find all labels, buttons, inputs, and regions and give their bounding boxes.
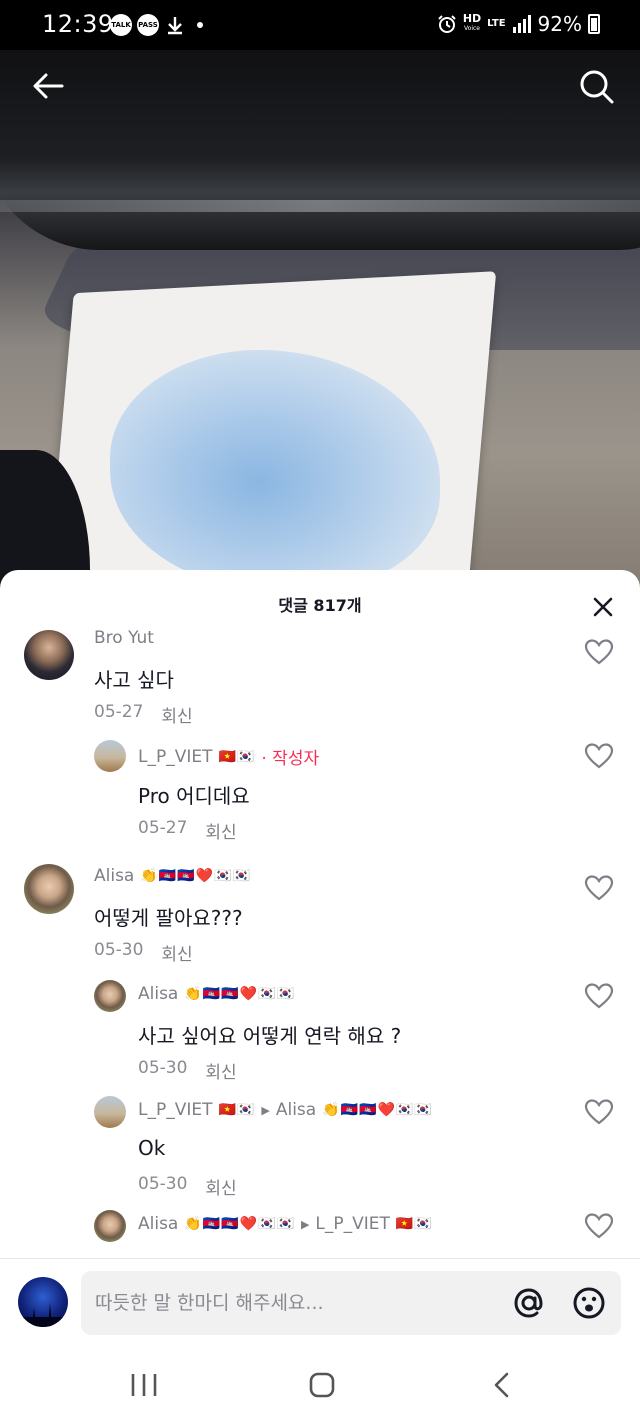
avatar[interactable] bbox=[94, 740, 126, 772]
reply-button[interactable]: 회신 bbox=[205, 818, 236, 843]
user-flags: 🇻🇳🇰🇷 bbox=[218, 1102, 256, 1118]
user-flags: 👏🇰🇭🇰🇭❤️🇰🇷🇰🇷 bbox=[184, 1216, 295, 1232]
video-player[interactable] bbox=[0, 50, 640, 590]
comment-reply-item: Alisa 👏🇰🇭🇰🇭❤️🇰🇷🇰🇷 사고 싶어요 어떻게 연락 해요 ? 05-… bbox=[0, 980, 640, 1090]
avatar[interactable] bbox=[94, 1096, 126, 1128]
status-bar: 12:39 TALK PASS HD Voice LTE 92% bbox=[0, 0, 640, 50]
user-flags: 👏🇰🇭🇰🇭❤️🇰🇷🇰🇷 bbox=[184, 986, 295, 1002]
heart-icon[interactable] bbox=[584, 638, 614, 666]
emoji-icon[interactable] bbox=[571, 1285, 607, 1321]
user-flags: 👏🇰🇭🇰🇭❤️🇰🇷🇰🇷 bbox=[140, 868, 251, 884]
comment-username[interactable]: L_P_VIET 🇻🇳🇰🇷 · 작성자 bbox=[138, 744, 320, 770]
comment-text: Pro 어디데요 bbox=[138, 784, 250, 808]
comment-username[interactable]: Alisa 👏🇰🇭🇰🇭❤️🇰🇷🇰🇷 bbox=[94, 866, 251, 886]
video-car-trim bbox=[0, 200, 640, 212]
comment-username[interactable]: Alisa 👏🇰🇭🇰🇭❤️🇰🇷🇰🇷 ▶ L_P_VIET 🇻🇳🇰🇷 bbox=[138, 1214, 433, 1234]
comment-reply-item: L_P_VIET 🇻🇳🇰🇷 ▶ Alisa 👏🇰🇭🇰🇭❤️🇰🇷🇰🇷 Ok 05-… bbox=[0, 1096, 640, 1206]
battery-icon bbox=[588, 14, 600, 34]
comments-count-title: 댓글 817개 bbox=[278, 596, 362, 615]
reply-to-arrow-icon: ▶ bbox=[300, 1217, 310, 1231]
battery-percent: 92% bbox=[537, 12, 582, 36]
talk-icon: TALK bbox=[110, 14, 132, 36]
pass-icon: PASS bbox=[137, 14, 159, 36]
home-icon[interactable] bbox=[302, 1370, 342, 1400]
comment-username[interactable]: Bro Yut bbox=[94, 628, 154, 648]
comment-input-bar bbox=[0, 1258, 640, 1348]
video-car bbox=[0, 50, 640, 250]
reply-to-username[interactable]: L_P_VIET bbox=[315, 1214, 390, 1234]
comment-date: 05-30 bbox=[138, 1174, 188, 1194]
heart-icon[interactable] bbox=[584, 742, 614, 770]
comment-text: Ok bbox=[138, 1136, 166, 1160]
comment-reply-item: L_P_VIET 🇻🇳🇰🇷 · 작성자 Pro 어디데요 05-27 회신 bbox=[0, 740, 640, 850]
search-icon[interactable] bbox=[576, 66, 616, 106]
comment-text: 사고 싶어요 어떻게 연락 해요 ? bbox=[138, 1024, 402, 1048]
status-time: 12:39 bbox=[42, 10, 114, 38]
avatar[interactable] bbox=[24, 864, 74, 914]
back-arrow-icon[interactable] bbox=[28, 66, 68, 106]
reply-to-flags: 🇻🇳🇰🇷 bbox=[395, 1216, 433, 1232]
reply-to-flags: 👏🇰🇭🇰🇭❤️🇰🇷🇰🇷 bbox=[322, 1102, 433, 1118]
close-icon[interactable] bbox=[592, 596, 614, 618]
hd-voice-indicator: HD Voice bbox=[462, 12, 482, 32]
comment-input-container bbox=[81, 1271, 621, 1335]
comment-date: 05-30 bbox=[138, 1058, 188, 1078]
comment-item: Bro Yut 사고 싶다 05-27 회신 bbox=[0, 626, 640, 746]
heart-icon[interactable] bbox=[584, 1098, 614, 1126]
comment-date: 05-27 bbox=[94, 702, 144, 722]
comment-text: 사고 싶다 bbox=[94, 668, 174, 692]
comment-text: 어떻게 팔아요??? bbox=[94, 906, 243, 930]
comments-header: 댓글 817개 bbox=[0, 570, 640, 632]
avatar[interactable] bbox=[24, 630, 74, 680]
comment-username[interactable]: Alisa 👏🇰🇭🇰🇭❤️🇰🇷🇰🇷 bbox=[138, 984, 295, 1004]
author-label: · 작성자 bbox=[261, 749, 320, 769]
android-nav-bar bbox=[0, 1348, 640, 1422]
comment-meta: 05-27 회신 bbox=[94, 702, 193, 727]
comment-username[interactable]: L_P_VIET 🇻🇳🇰🇷 ▶ Alisa 👏🇰🇭🇰🇭❤️🇰🇷🇰🇷 bbox=[138, 1100, 433, 1120]
download-icon bbox=[168, 17, 182, 35]
recents-icon[interactable] bbox=[124, 1370, 164, 1400]
reply-button[interactable]: 회신 bbox=[205, 1058, 236, 1083]
heart-icon[interactable] bbox=[584, 982, 614, 1010]
alarm-icon bbox=[438, 15, 456, 33]
avatar[interactable] bbox=[94, 980, 126, 1012]
comment-meta: 05-30 회신 bbox=[138, 1058, 237, 1083]
back-icon[interactable] bbox=[482, 1370, 522, 1400]
status-right: HD Voice LTE 92% bbox=[437, 12, 600, 36]
reply-button[interactable]: 회신 bbox=[205, 1174, 236, 1199]
notification-icons: TALK PASS bbox=[110, 14, 203, 36]
heart-icon[interactable] bbox=[584, 874, 614, 902]
my-avatar[interactable] bbox=[18, 1277, 68, 1327]
comment-input[interactable] bbox=[95, 1271, 495, 1335]
reply-button[interactable]: 회신 bbox=[161, 940, 192, 965]
comment-date: 05-30 bbox=[94, 940, 144, 960]
more-notifications-dot bbox=[197, 22, 203, 28]
user-flags: 🇻🇳🇰🇷 bbox=[218, 748, 256, 765]
avatar-scene-icon bbox=[18, 1303, 68, 1327]
comment-meta: 05-27 회신 bbox=[138, 818, 237, 843]
reply-to-username[interactable]: Alisa bbox=[276, 1100, 316, 1120]
signal-icon bbox=[512, 15, 531, 33]
comment-item: Alisa 👏🇰🇭🇰🇭❤️🇰🇷🇰🇷 어떻게 팔아요??? 05-30 회신 bbox=[0, 862, 640, 972]
at-icon[interactable] bbox=[511, 1285, 547, 1321]
heart-icon[interactable] bbox=[584, 1212, 614, 1240]
comment-date: 05-27 bbox=[138, 818, 188, 838]
comment-meta: 05-30 회신 bbox=[94, 940, 193, 965]
avatar[interactable] bbox=[94, 1210, 126, 1242]
comment-meta: 05-30 회신 bbox=[138, 1174, 237, 1199]
reply-button[interactable]: 회신 bbox=[161, 702, 192, 727]
reply-to-arrow-icon: ▶ bbox=[261, 1103, 270, 1117]
lte-indicator: LTE bbox=[487, 18, 506, 29]
